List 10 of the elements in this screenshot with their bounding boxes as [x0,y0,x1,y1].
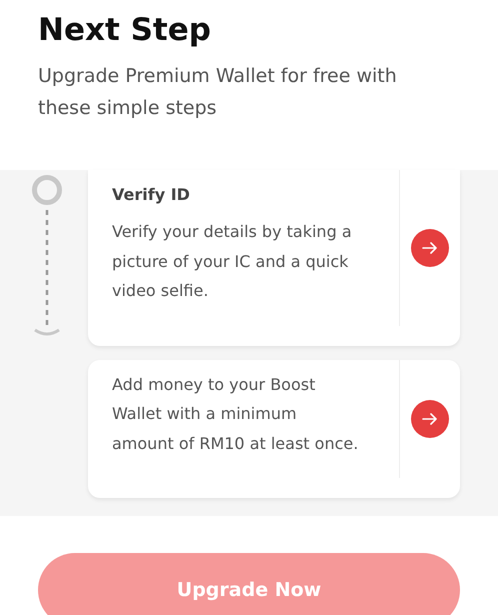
arrow-button[interactable] [411,400,449,438]
page-subtitle: Upgrade Premium Wallet for free with these simple steps [38,64,398,121]
arrow-icon [422,412,438,425]
arrow-icon [422,242,438,254]
step-description: Verify your details by taking a picture of your IC and a quick video selfie. [112,221,353,302]
step-description: Add money to your Boost Wallet with a minimum amount of RM10 at least once. [112,374,360,454]
step-title: Verify ID [112,184,191,206]
arrow-button[interactable] [411,228,449,267]
step-node-icon [32,175,62,205]
page-title: Next Step [38,11,212,50]
